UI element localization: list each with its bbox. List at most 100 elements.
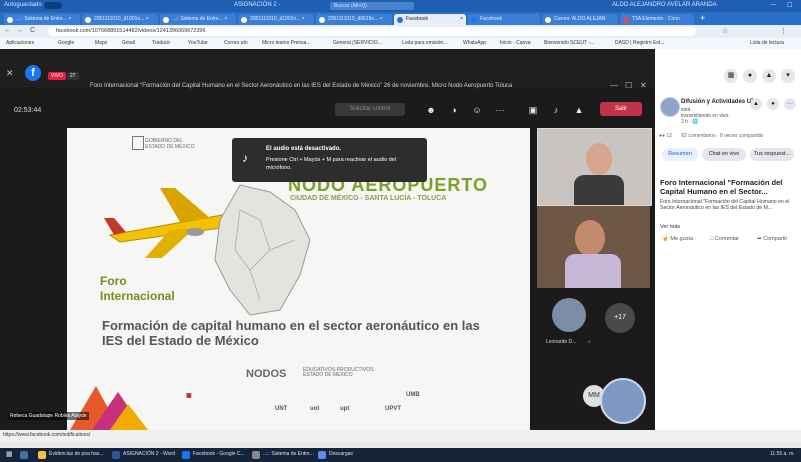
bookmark-item[interactable]: Correo utn [224, 40, 248, 46]
reload-icon[interactable]: C [30, 27, 35, 34]
mic-muted-icon[interactable]: ♪ [550, 104, 562, 116]
tooltip-title: El audio está desactivado. [266, 146, 342, 152]
share-button[interactable]: ➦ Compartir [757, 236, 787, 242]
tab-sistema-2[interactable]: ...:: Sistema de Entre... × [160, 14, 236, 25]
maximize-icon[interactable]: ☐ [787, 2, 792, 9]
file-explorer-icon[interactable] [38, 451, 46, 459]
page-avatar[interactable] [660, 97, 680, 117]
close-meeting-icon[interactable]: ✕ [640, 81, 647, 90]
tab-chat-en-vivo[interactable]: Chat en vivo [702, 148, 746, 161]
new-tab-icon[interactable]: + [700, 13, 705, 23]
tab-pdf-1[interactable]: 2051111010_d1001n... × [82, 14, 158, 25]
bookmark-item[interactable]: DASD | Registro Est... [615, 40, 664, 46]
tab-tus-respuestas[interactable]: Tus respuest... [750, 148, 794, 161]
chrome-icon[interactable] [182, 451, 190, 459]
bookmark-item[interactable]: Gmail [122, 40, 135, 46]
taskbar-item[interactable]: Descargas [329, 451, 353, 457]
close-icon[interactable]: ✕ [6, 68, 14, 79]
star-icon[interactable]: ☆ [722, 27, 728, 35]
video-tile-1[interactable] [537, 128, 652, 206]
participants-icon[interactable]: ☻ [425, 104, 437, 116]
taskbar-item[interactable]: ASIGNACIÓN 2 - Word [123, 451, 175, 457]
tab-facebook-2[interactable]: Facebook [468, 14, 540, 25]
forward-icon[interactable]: → [16, 27, 23, 34]
bookmark-item[interactable]: Aplicaciones [6, 40, 34, 46]
facebook-logo-icon[interactable]: f [25, 65, 41, 81]
bookmark-item[interactable]: Traducir [152, 40, 170, 46]
page-name[interactable]: Difusión y Actividades UTN [681, 99, 759, 105]
video-tile-2[interactable] [537, 206, 650, 288]
taskbar-item[interactable]: ...:: Sistema de Entre... [263, 451, 314, 457]
chrome-icon[interactable] [252, 451, 260, 459]
post-description: Foro Internacional "Formación del Capita… [660, 199, 790, 212]
bookmark-item[interactable]: Inicio - Canva [500, 40, 531, 46]
close-tab-icon[interactable]: × [460, 14, 463, 25]
tab-resumen[interactable]: Resumen [662, 148, 698, 161]
windows-start-icon[interactable]: ▦ [6, 450, 13, 458]
tab-facebook-active[interactable]: Facebook × [394, 14, 466, 25]
task-view-icon[interactable] [20, 451, 28, 459]
tab-correo[interactable]: Correo: ALDO ALEJAN [542, 14, 618, 25]
messenger-icon[interactable]: ● [743, 69, 757, 83]
bookmark-item[interactable]: WhatsApp [463, 40, 486, 46]
reading-list[interactable]: Lista de lectura [750, 40, 784, 46]
stream-header [0, 49, 655, 87]
participant-avatar[interactable] [552, 298, 586, 332]
nodos-logo-sub: EDUCATIVOS-PRODUCTIVOS ESTADO DE MÉXICO [303, 367, 374, 378]
facebook-favicon-icon [471, 17, 477, 23]
minimize-icon[interactable]: — [770, 2, 776, 8]
tab-favicon-icon [85, 17, 91, 23]
like-button[interactable]: ☝ Me gusta [662, 236, 693, 242]
bookmark-item[interactable]: Micro teams Prensa... [262, 40, 311, 46]
live-badge: VIVO [48, 72, 66, 80]
tab-pdf-3[interactable]: 2051111010_d0615n... × [316, 14, 392, 25]
bell-icon[interactable]: ▲ [750, 98, 762, 110]
clock[interactable]: 11:55 a. m. [770, 451, 795, 457]
url-input[interactable]: facebook.com/107668891514482/videos/1241… [48, 27, 696, 36]
reactions-icon[interactable]: ☺ [471, 104, 483, 116]
maximize-meeting-icon[interactable]: ☐ [625, 81, 632, 90]
gob-logo-icon [132, 136, 144, 150]
camera-icon[interactable]: ▣ [527, 104, 539, 116]
bookmark-item[interactable]: Loda para emisión... [402, 40, 447, 46]
menu-icon[interactable]: ⋮ [780, 27, 787, 35]
search-box[interactable]: Buscar (Alt+Q) [330, 2, 414, 10]
taskbar-item[interactable]: Evidencias de poa has... [49, 451, 103, 457]
chat-icon[interactable]: ◑ [448, 104, 460, 116]
more-participants[interactable]: +17 [605, 303, 635, 333]
bookmark-item[interactable]: YouTube [188, 40, 208, 46]
options-icon[interactable]: ··· [784, 98, 796, 110]
leave-button[interactable]: Salir [600, 102, 642, 116]
request-control-button[interactable]: Solicitar control [335, 103, 405, 116]
bookmark-item[interactable]: Bienvenido SCEUT -... [544, 40, 594, 46]
tab-sistema-1[interactable]: ...:: Sistema de Entre... × [4, 14, 80, 25]
thumb-icon: ☝ [662, 236, 669, 242]
see-more-link[interactable]: Ver más [660, 224, 680, 230]
slide-main-title: Formación de capital humano en el sector… [102, 318, 480, 348]
apps-icon[interactable]: ▦ [724, 69, 738, 83]
share-icon[interactable]: ▲ [573, 104, 585, 116]
comment-icon: □ [710, 236, 714, 242]
autosave-toggle[interactable] [44, 2, 62, 9]
bookmark-item[interactable]: Maps [95, 40, 107, 46]
back-icon[interactable]: ← [4, 27, 11, 34]
bookmark-item[interactable]: General (SERVICIO... [333, 40, 382, 46]
tab-t3a[interactable]: T3A Elemento · Conn [620, 14, 694, 25]
notifications-icon[interactable]: ▲ [762, 69, 776, 83]
word-icon[interactable] [112, 451, 120, 459]
comment-button[interactable]: □ Comentar [710, 236, 739, 242]
window-title-bar: Autoguardado ASIGNACIÓN 2 - Buscar (Alt+… [0, 0, 801, 12]
bookmark-item[interactable]: Google [58, 40, 74, 46]
meeting-title: Foro Internacional "Formación del Capita… [90, 83, 513, 89]
more-icon[interactable]: ··· [494, 104, 506, 116]
tab-favicon-icon [163, 17, 169, 23]
taskbar-item[interactable]: Facebook - Google C... [193, 451, 245, 457]
pin-icon[interactable]: ● [767, 98, 779, 110]
gob-logo-text: GOBIERNO DEL ESTADO DE MÉXICO [145, 138, 195, 150]
downloads-icon[interactable] [318, 451, 326, 459]
viewer-count: 27 [67, 72, 79, 80]
tab-pdf-2[interactable]: 2051111010_d1001n... × [238, 14, 314, 25]
account-icon[interactable]: ▾ [781, 69, 795, 83]
minimize-meeting-icon[interactable]: — [610, 81, 618, 90]
tooltip-body: Presione Ctrl + Mayús + M para reactivar… [266, 157, 396, 171]
